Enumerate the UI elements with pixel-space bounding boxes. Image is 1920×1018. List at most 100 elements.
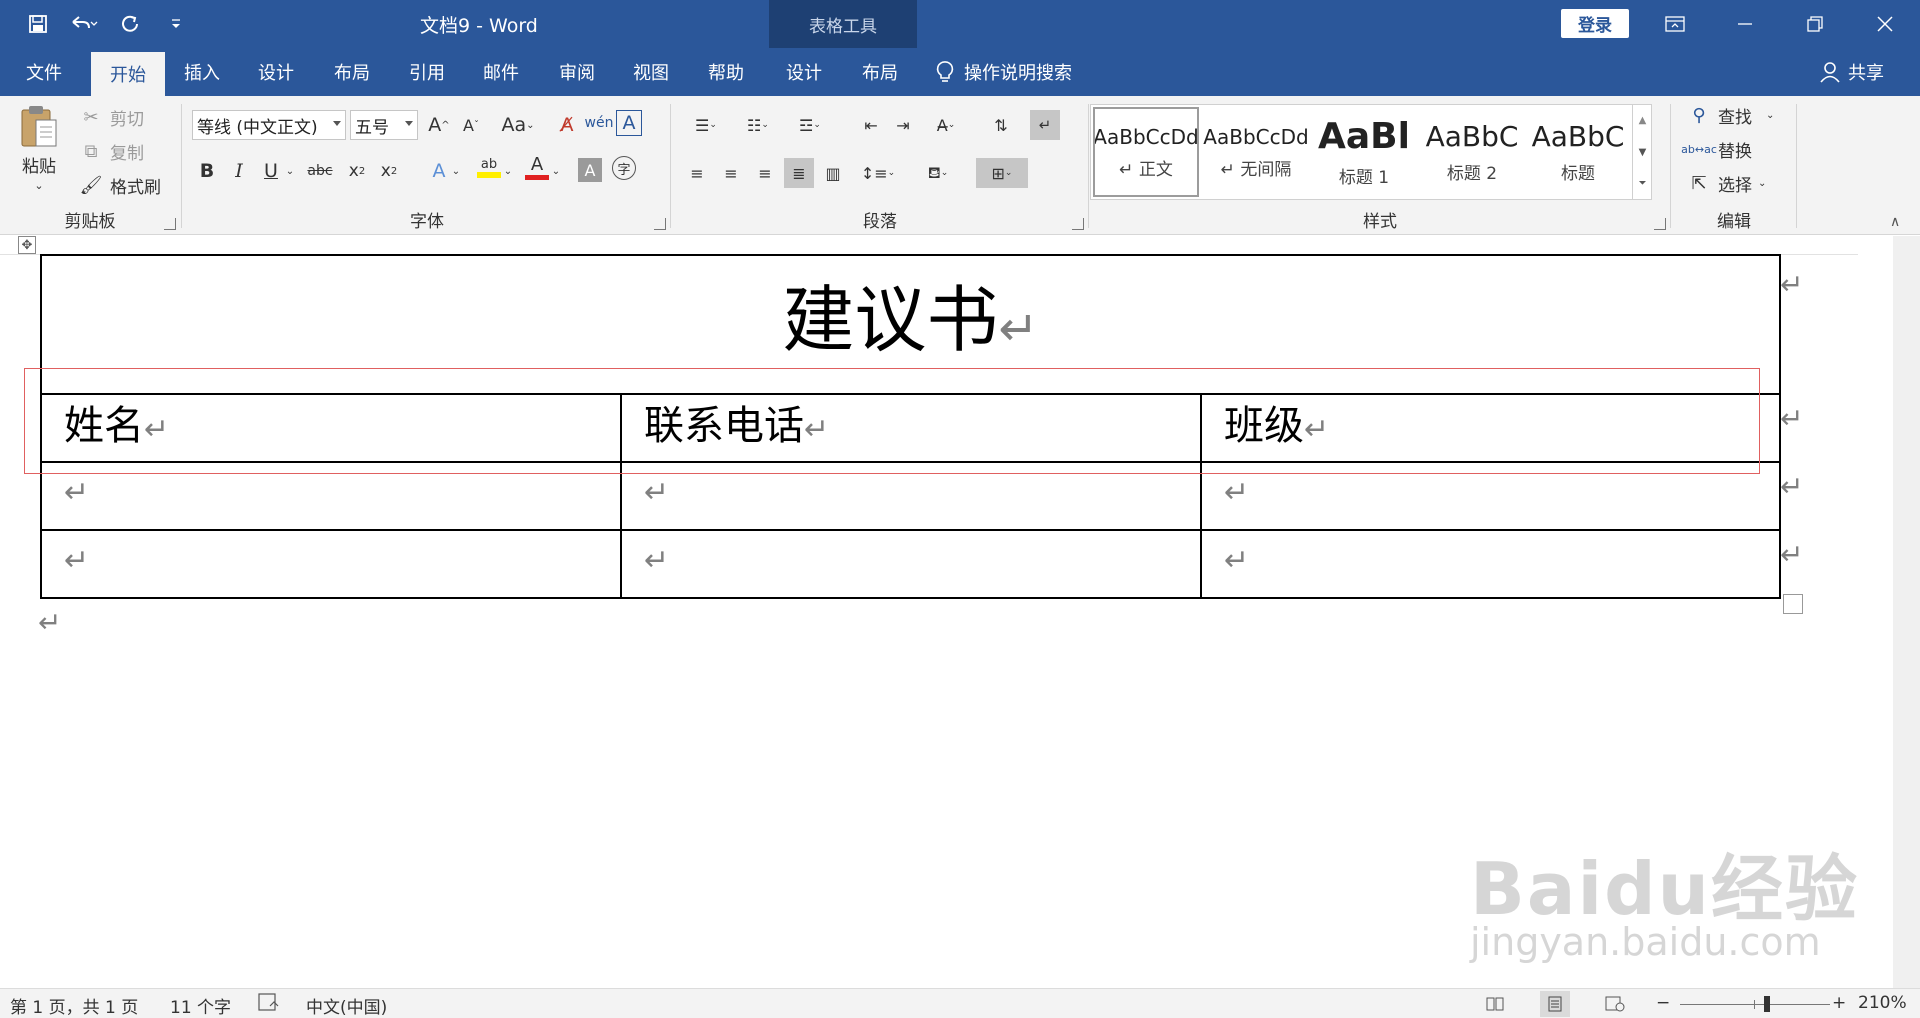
save-icon[interactable] xyxy=(22,8,54,40)
decrease-indent-icon[interactable]: ⇤ xyxy=(856,110,886,140)
word-count[interactable]: 11 个字 xyxy=(170,993,231,1018)
character-border-icon[interactable]: A xyxy=(616,110,642,136)
watermark-url: jingyan.baidu.com xyxy=(1470,920,1821,964)
table-cell[interactable]: ↵ xyxy=(1200,529,1781,599)
enclose-characters-icon[interactable]: 字 xyxy=(612,156,636,180)
tab-table-design[interactable]: 设计 xyxy=(770,48,838,96)
web-layout-icon[interactable] xyxy=(1600,991,1630,1017)
line-spacing-icon[interactable]: ↕≡ ⌄ xyxy=(858,158,898,188)
status-bar: 第 1 页，共 1 页 11 个字 中文(中国) − + 210% xyxy=(0,988,1920,1018)
align-left-icon[interactable]: ≡ xyxy=(682,158,712,188)
clipboard-group: 粘贴 ⌄ ✂ 剪切 ⧉ 复制 🖌 格式刷 剪贴板 xyxy=(0,96,180,234)
tab-insert[interactable]: 插入 xyxy=(168,48,236,96)
increase-indent-icon[interactable]: ⇥ xyxy=(888,110,918,140)
shading-icon[interactable]: ⛾ ⌄ xyxy=(918,158,958,188)
superscript-icon[interactable]: x2 xyxy=(374,156,404,186)
proofing-icon[interactable] xyxy=(258,993,280,1011)
tab-home[interactable]: 开始 xyxy=(91,52,165,96)
zoom-slider-thumb[interactable] xyxy=(1764,996,1770,1012)
table-move-handle-icon[interactable]: ✥ xyxy=(18,236,36,254)
cut-button[interactable]: ✂ 剪切 xyxy=(78,104,144,130)
tab-references[interactable]: 引用 xyxy=(393,48,461,96)
font-size-select[interactable]: 五号 xyxy=(350,110,418,140)
tab-mailings[interactable]: 邮件 xyxy=(467,48,535,96)
read-mode-icon[interactable] xyxy=(1480,991,1510,1017)
font-name-select[interactable]: 等线 (中文正文) xyxy=(192,110,346,140)
phonetic-guide-icon[interactable]: wén xyxy=(584,108,614,138)
table-cell[interactable]: ↵ xyxy=(40,529,622,599)
undo-icon[interactable] xyxy=(68,8,100,40)
chevron-down-icon[interactable]: ⌄ xyxy=(548,156,564,186)
subscript-icon[interactable]: x2 xyxy=(342,156,372,186)
tab-review[interactable]: 审阅 xyxy=(543,48,611,96)
chevron-down-icon[interactable]: ⌄ xyxy=(1758,178,1766,189)
zoom-out-button[interactable]: − xyxy=(1656,993,1670,1013)
print-layout-icon[interactable] xyxy=(1540,991,1570,1017)
font-launcher-icon[interactable] xyxy=(654,218,666,230)
paste-button[interactable]: 粘贴 ⌄ xyxy=(18,102,60,192)
redo-icon[interactable] xyxy=(114,8,146,40)
distributed-icon[interactable]: ▥ xyxy=(818,158,848,188)
clipboard-launcher-icon[interactable] xyxy=(164,218,176,230)
tab-help[interactable]: 帮助 xyxy=(692,48,760,96)
table-row: ↵ ↵ ↵ xyxy=(40,529,1781,599)
format-painter-button[interactable]: 🖌 格式刷 xyxy=(78,172,161,198)
find-button[interactable]: ⚲ 查找 ⌄ xyxy=(1686,102,1774,128)
bullets-icon[interactable]: ☰ ⌄ xyxy=(686,110,726,140)
paragraph-mark: ↵ xyxy=(644,543,670,578)
chevron-down-icon[interactable]: ⌄ xyxy=(34,179,43,192)
chevron-down-icon[interactable]: ⌄ xyxy=(500,156,516,186)
tab-design[interactable]: 设计 xyxy=(242,48,310,96)
tell-me-search[interactable]: 操作说明搜索 xyxy=(936,48,1072,96)
minimize-icon[interactable] xyxy=(1710,0,1780,48)
login-button[interactable]: 登录 xyxy=(1561,9,1629,38)
styles-launcher-icon[interactable] xyxy=(1654,218,1666,230)
share-button[interactable]: 共享 xyxy=(1820,48,1884,96)
character-shading-icon[interactable]: A xyxy=(578,158,602,182)
justify-icon[interactable]: ≣ xyxy=(784,158,814,188)
format-painter-label: 格式刷 xyxy=(110,177,161,198)
paragraph-mark: ↵ xyxy=(1224,475,1250,510)
person-icon xyxy=(1820,62,1840,83)
change-case-icon[interactable]: Aa ⌄ xyxy=(496,110,540,140)
sort-icon[interactable]: ⇅ xyxy=(986,110,1016,140)
replace-button[interactable]: ab↔ac 替换 xyxy=(1681,136,1752,162)
customize-qat-icon[interactable] xyxy=(160,8,192,40)
zoom-in-button[interactable]: + xyxy=(1832,993,1846,1013)
collapse-ribbon-icon[interactable]: ∧ xyxy=(1890,214,1900,230)
tab-table-layout[interactable]: 布局 xyxy=(846,48,914,96)
bold-icon[interactable]: B xyxy=(192,156,222,186)
asian-layout-icon[interactable]: A̶ ⌄ xyxy=(926,110,966,140)
shrink-font-icon[interactable]: Aˇ xyxy=(456,110,486,140)
ribbon-display-options-icon[interactable] xyxy=(1640,0,1710,48)
align-center-icon[interactable]: ≡ xyxy=(716,158,746,188)
zoom-slider[interactable] xyxy=(1680,1000,1830,1009)
italic-icon[interactable]: I xyxy=(224,156,254,186)
copy-button[interactable]: ⧉ 复制 xyxy=(78,138,144,164)
table-resize-handle[interactable] xyxy=(1783,594,1803,614)
tab-file[interactable]: 文件 xyxy=(10,48,78,96)
clear-formatting-icon[interactable]: A̸ xyxy=(552,110,582,140)
show-hide-marks-icon[interactable]: ↵ xyxy=(1030,110,1060,140)
select-button[interactable]: ⇱ 选择 ⌄ xyxy=(1686,170,1766,196)
vertical-scrollbar[interactable] xyxy=(1893,236,1920,988)
tab-layout[interactable]: 布局 xyxy=(318,48,386,96)
multilevel-list-icon[interactable]: ☲ ⌄ xyxy=(790,110,830,140)
language-status[interactable]: 中文(中国) xyxy=(306,993,387,1018)
paragraph-launcher-icon[interactable] xyxy=(1072,218,1084,230)
grow-font-icon[interactable]: A ^ xyxy=(424,110,454,140)
strikethrough-icon[interactable]: abc xyxy=(302,156,338,186)
close-icon[interactable] xyxy=(1850,0,1920,48)
align-right-icon[interactable]: ≡ xyxy=(750,158,780,188)
restore-icon[interactable] xyxy=(1780,0,1850,48)
table-cell[interactable]: ↵ xyxy=(620,529,1202,599)
zoom-level[interactable]: 210% xyxy=(1858,993,1907,1013)
tab-view[interactable]: 视图 xyxy=(617,48,685,96)
chevron-down-icon[interactable]: ⌄ xyxy=(448,156,464,186)
chevron-down-icon[interactable]: ⌄ xyxy=(282,156,298,186)
chevron-down-icon[interactable]: ⌄ xyxy=(1766,110,1774,121)
borders-icon[interactable]: ⊞ ⌄ xyxy=(976,158,1028,188)
paragraph-mark: ↵ xyxy=(38,606,62,639)
page-count[interactable]: 第 1 页，共 1 页 xyxy=(10,993,138,1018)
numbering-icon[interactable]: ☷ ⌄ xyxy=(738,110,778,140)
